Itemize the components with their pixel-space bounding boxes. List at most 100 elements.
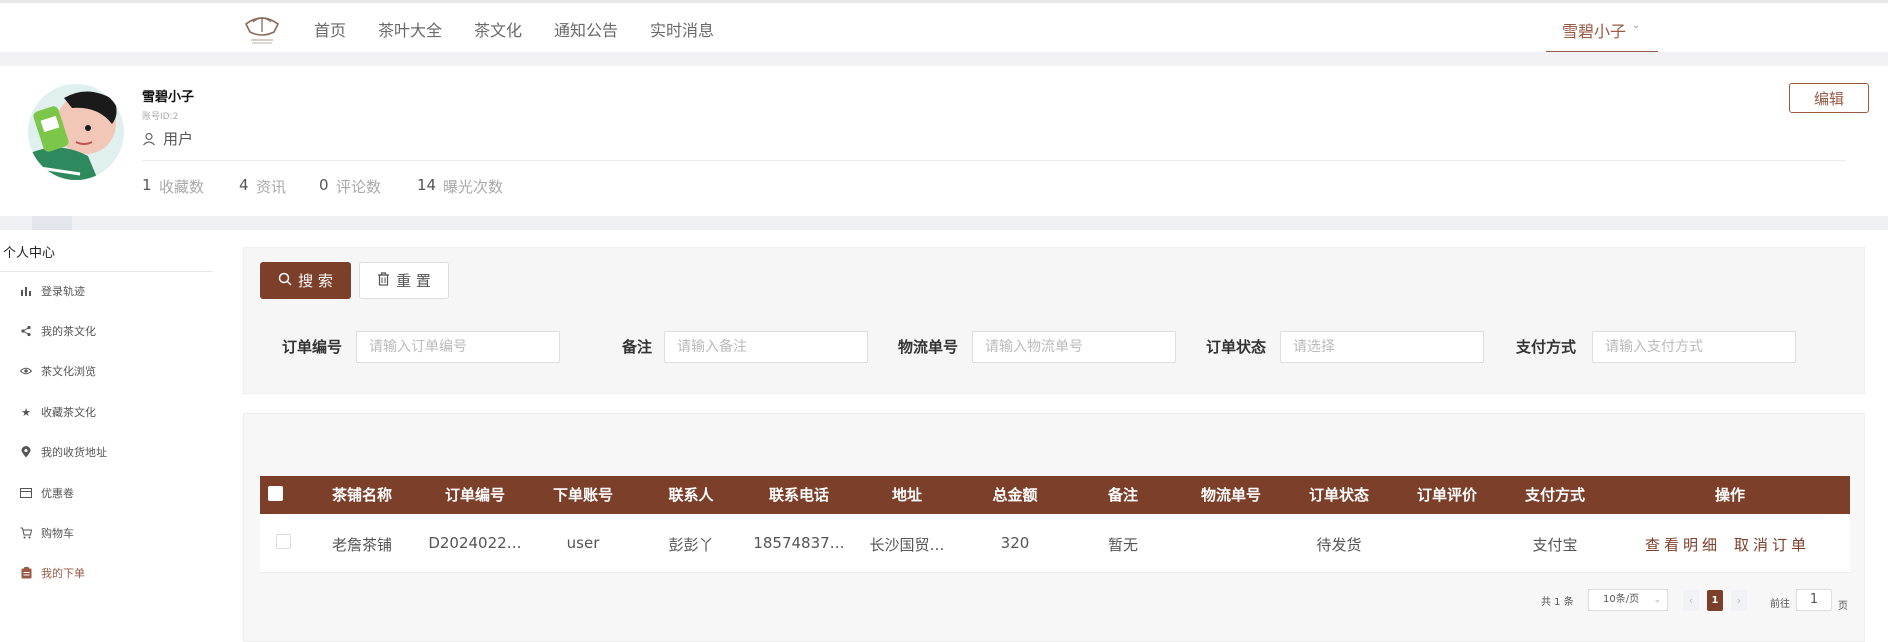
search-icon	[278, 272, 292, 290]
prev-page-button[interactable]: ‹	[1683, 590, 1699, 611]
search-panel	[243, 247, 1865, 394]
site-logo[interactable]	[243, 8, 281, 48]
cell-total: 320	[1000, 534, 1030, 552]
stat-comments-label: 评论数	[336, 178, 382, 196]
stat-exposure-count: 14	[417, 176, 437, 194]
cell-phone: 18574837…	[753, 534, 845, 552]
stat-favorites-label: 收藏数	[159, 178, 205, 196]
sidebar-item-cart[interactable]: 购物车	[20, 523, 74, 543]
chevron-down-icon: ⌄	[1653, 595, 1661, 605]
stat-exposure-label: 曝光次数	[443, 178, 504, 196]
sidebar-item-label: 我的收货地址	[41, 446, 107, 459]
select-all-checkbox[interactable]	[268, 486, 283, 501]
nav-notices[interactable]: 通知公告	[554, 17, 618, 41]
share-icon	[20, 325, 32, 337]
stat-comments-count: 0	[319, 176, 329, 194]
profile-name: 雪碧小子	[142, 90, 195, 105]
reset-button-label: 重 置	[396, 272, 431, 290]
nav-tea-catalog[interactable]: 茶叶大全	[378, 17, 442, 41]
col-remark: 备注	[1107, 486, 1138, 504]
sidebar-item-label: 我的下单	[41, 567, 85, 580]
sidebar-item-my-orders[interactable]: 我的下单	[20, 563, 85, 583]
edit-profile-button[interactable]: 编辑	[1789, 83, 1869, 113]
sidebar-item-favorite-tea-culture[interactable]: ★ 收藏茶文化	[20, 402, 96, 422]
col-actions: 操作	[1714, 486, 1745, 504]
nav-tea-culture[interactable]: 茶文化	[474, 17, 522, 41]
tracking-number-input[interactable]: 请输入物流单号	[972, 331, 1176, 363]
user-icon	[142, 131, 156, 150]
ticket-icon	[20, 487, 32, 499]
eye-icon	[20, 365, 32, 377]
col-tracking: 物流单号	[1200, 486, 1261, 504]
order-status-label: 订单状态	[1206, 338, 1267, 356]
stat-favorites-count: 1	[142, 176, 152, 194]
payment-method-input[interactable]: 请输入支付方式	[1592, 331, 1796, 363]
search-button-label: 搜 索	[298, 272, 333, 290]
chevron-down-icon[interactable]: ⌄	[1632, 20, 1640, 31]
remark-label: 备注	[622, 338, 653, 356]
cell-account: user	[566, 534, 600, 552]
divider	[0, 271, 212, 272]
profile-role: 用户	[163, 130, 194, 148]
row-checkbox[interactable]	[276, 534, 291, 549]
page-number-current[interactable]: 1	[1707, 590, 1723, 611]
remark-input[interactable]: 请输入备注	[664, 331, 868, 363]
sidebar-item-label: 登录轨迹	[41, 285, 85, 298]
sidebar-title: 个人中心	[3, 246, 56, 261]
col-total: 总金额	[992, 486, 1038, 504]
col-review: 订单评价	[1416, 486, 1477, 504]
cell-shop-name: 老詹茶铺	[331, 536, 392, 554]
sidebar-item-coupons[interactable]: 优惠卷	[20, 483, 74, 503]
order-status-select[interactable]: 请选择	[1280, 331, 1484, 363]
search-button[interactable]: 搜 索	[260, 262, 351, 299]
star-icon: ★	[21, 405, 31, 419]
cell-remark: 暂无	[1107, 536, 1138, 554]
avatar	[28, 84, 124, 180]
order-number-input[interactable]: 请输入订单编号	[356, 331, 560, 363]
location-pin-icon	[20, 446, 32, 458]
cell-order-number: D2024022…	[428, 534, 522, 552]
tracking-number-label: 物流单号	[898, 338, 959, 356]
sidebar-item-shipping-address[interactable]: 我的收货地址	[20, 442, 107, 462]
col-contact: 联系人	[668, 486, 714, 504]
goto-page-input[interactable]: 1	[1796, 589, 1832, 611]
stat-news-label: 资讯	[256, 178, 287, 196]
profile-account-id: 账号ID:2	[142, 112, 179, 122]
page-size-value: 10条/页	[1603, 594, 1640, 605]
stat-news-count: 4	[239, 176, 249, 194]
clipboard-icon	[20, 567, 32, 579]
sidebar-item-tea-culture-browse[interactable]: 茶文化浏览	[20, 361, 96, 381]
sidebar-item-my-tea-culture[interactable]: 我的茶文化	[20, 321, 96, 341]
sidebar-item-label: 茶文化浏览	[41, 365, 96, 378]
sidebar-item-login-history[interactable]: 登录轨迹	[20, 281, 85, 301]
order-number-label: 订单编号	[282, 338, 343, 356]
chevron-left-icon: ‹	[1688, 594, 1694, 607]
trash-icon	[377, 271, 390, 290]
next-page-button[interactable]: ›	[1731, 590, 1747, 611]
cell-contact: 彭彭丫	[668, 536, 714, 554]
chevron-right-icon: ›	[1736, 594, 1742, 607]
col-shop-name: 茶铺名称	[331, 486, 392, 504]
nav-live-messages[interactable]: 实时消息	[650, 17, 714, 41]
reset-button[interactable]: 重 置	[359, 262, 449, 299]
section-divider	[0, 216, 1888, 230]
view-details-link[interactable]: 查看明细	[1645, 534, 1721, 555]
cancel-order-link[interactable]: 取消订单	[1734, 534, 1810, 555]
divider	[142, 160, 1846, 161]
nav-home[interactable]: 首页	[314, 17, 346, 41]
sidebar-item-label: 购物车	[41, 527, 74, 540]
cell-status: 待发货	[1316, 536, 1362, 554]
payment-method-label: 支付方式	[1516, 338, 1577, 356]
page-size-select[interactable]: 10条/页 ⌄	[1588, 589, 1668, 611]
col-status: 订单状态	[1308, 486, 1369, 504]
col-address: 地址	[891, 486, 922, 504]
sidebar-item-label: 优惠卷	[41, 487, 74, 500]
nav-user-name[interactable]: 雪碧小子	[1562, 18, 1626, 42]
bar-chart-icon	[20, 285, 32, 297]
sidebar-item-label: 我的茶文化	[41, 325, 96, 338]
col-phone: 联系电话	[768, 486, 829, 504]
col-payment: 支付方式	[1524, 486, 1585, 504]
goto-label: 前往	[1770, 599, 1790, 610]
goto-suffix: 页	[1838, 601, 1848, 612]
section-divider	[0, 52, 1888, 66]
